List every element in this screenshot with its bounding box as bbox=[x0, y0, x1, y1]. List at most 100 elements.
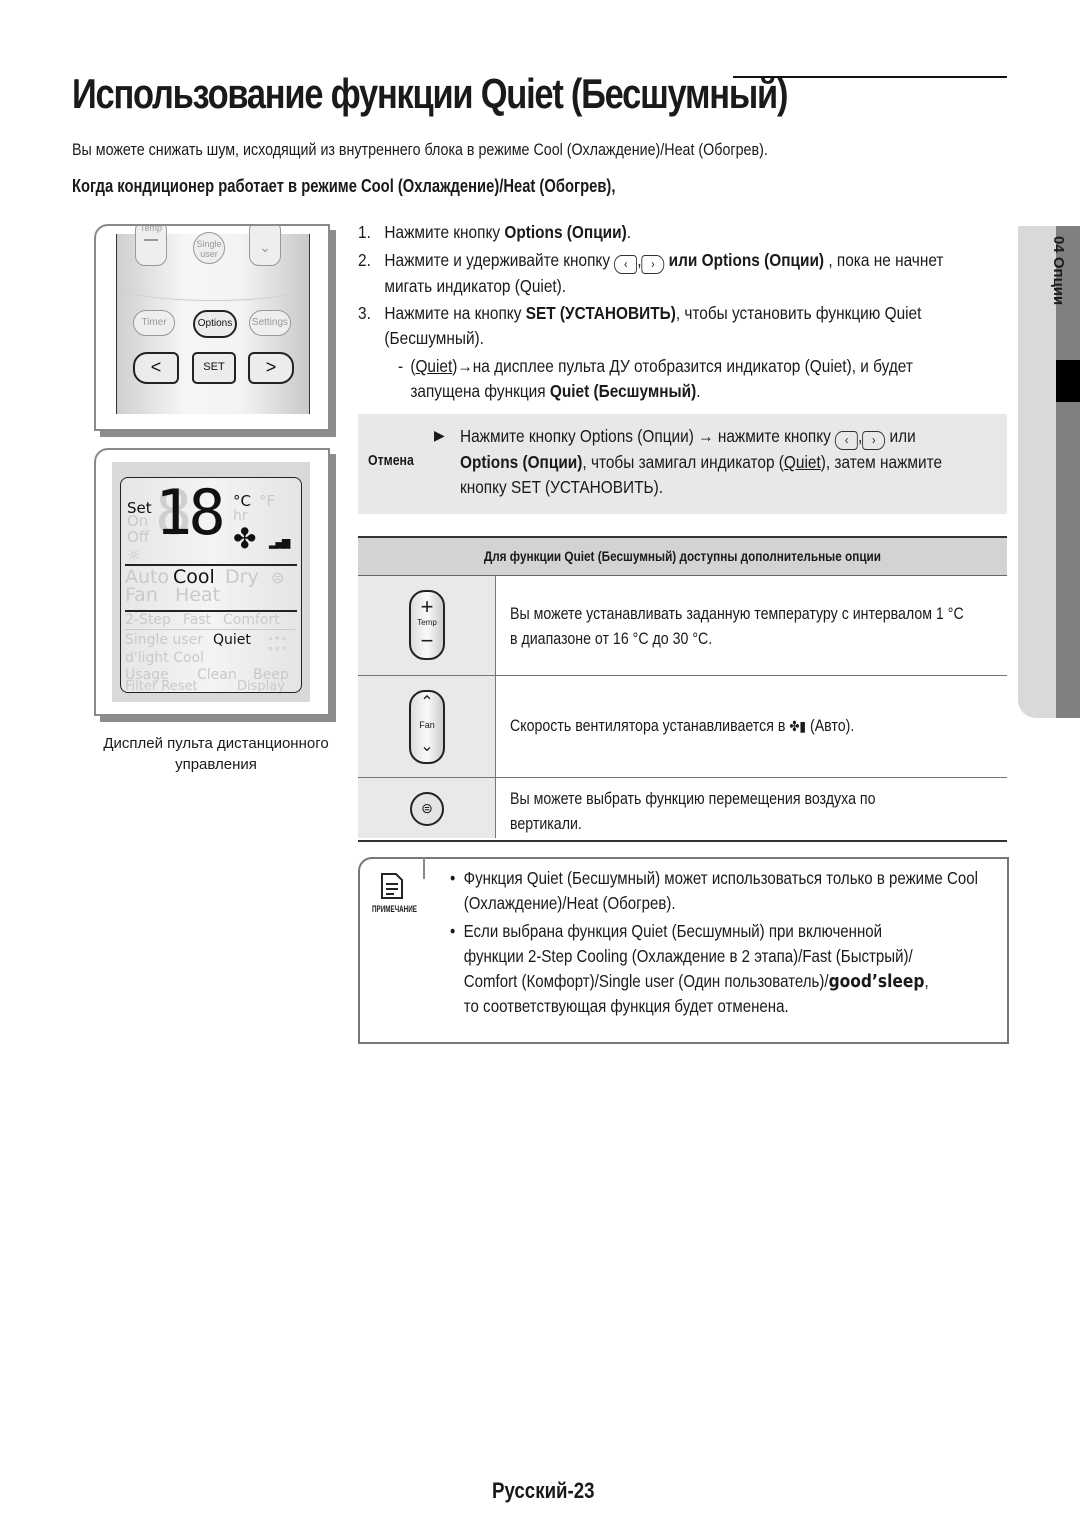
note-icon bbox=[381, 873, 403, 899]
remote-panel-divider bbox=[117, 270, 309, 301]
lcd-comfort: Comfort bbox=[223, 612, 280, 628]
air-swing-icon: ⊜ bbox=[271, 568, 285, 587]
icon-cell: ⌃ Fan ⌄ bbox=[358, 676, 496, 777]
lcd-off: Off bbox=[127, 528, 150, 546]
sleep-icon: ☼ bbox=[127, 546, 141, 564]
right-button-icon: › bbox=[641, 255, 665, 274]
note-line: , bbox=[924, 971, 929, 991]
fan-label: Fan bbox=[419, 720, 435, 730]
remote-control-image: Temp Single user ⌄ Timer Options Setting… bbox=[94, 224, 330, 431]
step-text: Нажмите на кнопку bbox=[384, 303, 526, 323]
note-line: Функция Quiet (Бесшумный) может использо… bbox=[463, 868, 978, 888]
remote-settings-button: Settings bbox=[249, 310, 291, 336]
dust-indicator-icon: ∘•∘ ∘∘∘ bbox=[267, 632, 288, 655]
step-text: Нажмите кнопку bbox=[384, 222, 505, 242]
row-line: (Авто). bbox=[806, 717, 855, 735]
temp-label: Temp bbox=[417, 618, 437, 627]
step-3-sub: - (Quiet)→на дисплее пульта ДУ отобразитс… bbox=[398, 354, 913, 404]
note-line: Comfort (Комфорт)/Single user (Один поль… bbox=[463, 971, 829, 991]
note-line: Если выбрана функция Quiet (Бесшумный) п… bbox=[463, 921, 883, 941]
lcd-on: On bbox=[127, 512, 149, 530]
lcd-heat: Heat bbox=[175, 584, 221, 606]
step-text: , пока не начнет bbox=[824, 250, 944, 270]
goodsleep-brand: good’sleep bbox=[828, 971, 925, 992]
cancel-instructions: Нажмите кнопку Options (Опции) → нажмите… bbox=[460, 424, 942, 500]
step-text: (Бесшумный). bbox=[384, 328, 484, 348]
fan-icon: ✤ bbox=[233, 522, 257, 555]
row-text: Вы можете устанавливать заданную темпера… bbox=[510, 602, 964, 652]
note-line: функции 2-Step Cooling (Охлаждение в 2 э… bbox=[463, 946, 913, 966]
icon-cell: + Temp − bbox=[358, 576, 496, 675]
step-text: Нажмите и удерживайте кнопку bbox=[384, 250, 615, 270]
step-bold: или Options (Опции) bbox=[668, 250, 825, 270]
cancel-bold: Options (Опции) bbox=[460, 452, 583, 472]
cancel-label: Отмена bbox=[368, 452, 414, 469]
note-divider bbox=[423, 857, 425, 879]
row-line: Скорость вентилятора устанавливается в bbox=[510, 717, 790, 735]
remote-options-button: Options bbox=[193, 310, 237, 338]
right-button-icon: › bbox=[862, 431, 886, 450]
step-bold: SET (УСТАНОВИТЬ) bbox=[525, 303, 676, 323]
row-text: Скорость вентилятора устанавливается в ✤… bbox=[510, 714, 854, 739]
step-bold: Quiet (Бесшумный) bbox=[549, 381, 697, 401]
icon-cell: ⊜ bbox=[358, 778, 496, 838]
step-1: 1. Нажмите кнопку Options (Опции). bbox=[358, 220, 631, 245]
step-bold: Options (Опции) bbox=[504, 222, 627, 242]
table-row: ⌃ Fan ⌄ Скорость вентилятора устанавлива… bbox=[358, 676, 1007, 778]
note-line: то соответствующая функция будет отменен… bbox=[463, 996, 789, 1016]
remote-body: Temp Single user ⌄ Timer Options Setting… bbox=[116, 226, 310, 414]
left-button-icon: ‹ bbox=[835, 431, 859, 450]
play-arrow-icon: ▶ bbox=[434, 427, 445, 443]
fan-level-icon: ▂▄▆ bbox=[269, 536, 290, 549]
lcd-screen: Set On Off ☼ 88 18 °C °F hr ✤ ▂▄▆ Auto C… bbox=[120, 477, 302, 693]
step-text: мигать индикатор (Quiet). bbox=[384, 276, 567, 296]
air-swing-button-icon: ⊜ bbox=[410, 792, 444, 826]
note-label: ПРИМЕЧАНИЕ bbox=[372, 904, 417, 914]
step-number: 2. bbox=[358, 250, 371, 270]
lcd-dlight-cool: d'light Cool bbox=[125, 650, 205, 666]
row-line: Вы можете выбрать функцию перемещения во… bbox=[510, 790, 876, 808]
section-subheading: Когда кондиционер работает в режиме Cool… bbox=[72, 176, 616, 196]
cancel-text: , чтобы замигал индикатор ( bbox=[582, 452, 784, 472]
fan-button-icon: ⌃ Fan ⌄ bbox=[409, 690, 445, 764]
row-line: вертикали. bbox=[510, 815, 582, 833]
title-rule bbox=[733, 76, 1007, 78]
step-text: . bbox=[696, 381, 701, 401]
cancel-text: ), затем нажмите bbox=[820, 452, 943, 472]
options-table-header: Для функции Quiet (Бесшумный) доступны д… bbox=[358, 538, 1007, 576]
lcd-fan: Fan bbox=[125, 584, 158, 606]
intro-text: Вы можете снижать шум, исходящий из внут… bbox=[72, 140, 768, 159]
bullet: • bbox=[450, 921, 464, 941]
page-title: Использование функции Quiet (Бесшумный) bbox=[72, 70, 788, 117]
remote-display-image: Set On Off ☼ 88 18 °C °F hr ✤ ▂▄▆ Auto C… bbox=[94, 448, 330, 716]
lcd-clean: Clean bbox=[197, 667, 237, 683]
temp-button-icon: + Temp − bbox=[409, 590, 445, 660]
header-text: Для функции Quiet (Бесшумный) доступны д… bbox=[483, 548, 882, 564]
step-text: запущена функция bbox=[410, 381, 550, 401]
remote-set-button: SET bbox=[192, 352, 236, 384]
page-number: Русский-23 bbox=[492, 1478, 595, 1503]
remote-temp-button: Temp bbox=[135, 226, 167, 266]
remote-right-button: > bbox=[248, 352, 294, 384]
chapter-marker bbox=[1056, 360, 1080, 402]
lcd-filter-reset: Filter Reset bbox=[125, 679, 198, 693]
left-button-icon: ‹ bbox=[614, 255, 638, 274]
fan-auto-icon: ✤▮ bbox=[789, 718, 807, 734]
remote-left-button: < bbox=[133, 352, 179, 384]
lcd-fast: Fast bbox=[183, 612, 212, 628]
table-row: + Temp − Вы можете устанавливать заданну… bbox=[358, 576, 1007, 676]
lcd-temperature: 18 bbox=[155, 477, 226, 549]
options-table: Для функции Quiet (Бесшумный) доступны д… bbox=[358, 536, 1007, 842]
chapter-label: 04 Опции bbox=[1050, 236, 1067, 306]
step-number: 1. bbox=[358, 222, 371, 242]
table-row: ⊜ Вы можете выбрать функцию перемещения … bbox=[358, 778, 1007, 838]
row-line: Вы можете устанавливать заданную темпера… bbox=[510, 605, 964, 623]
remote-timer-button: Timer bbox=[133, 310, 175, 336]
step-number: 3. bbox=[358, 303, 371, 323]
step-3: 3. Нажмите на кнопку SET (УСТАНОВИТЬ), чт… bbox=[358, 301, 921, 351]
lcd-unit-fahrenheit: °F bbox=[259, 492, 276, 510]
dash: - bbox=[398, 356, 404, 376]
note-item: • Если выбрана функция Quiet (Бесшумный)… bbox=[450, 919, 929, 1019]
quiet-indicator: Quiet bbox=[415, 356, 453, 376]
remote-down-button: ⌄ bbox=[249, 226, 281, 266]
